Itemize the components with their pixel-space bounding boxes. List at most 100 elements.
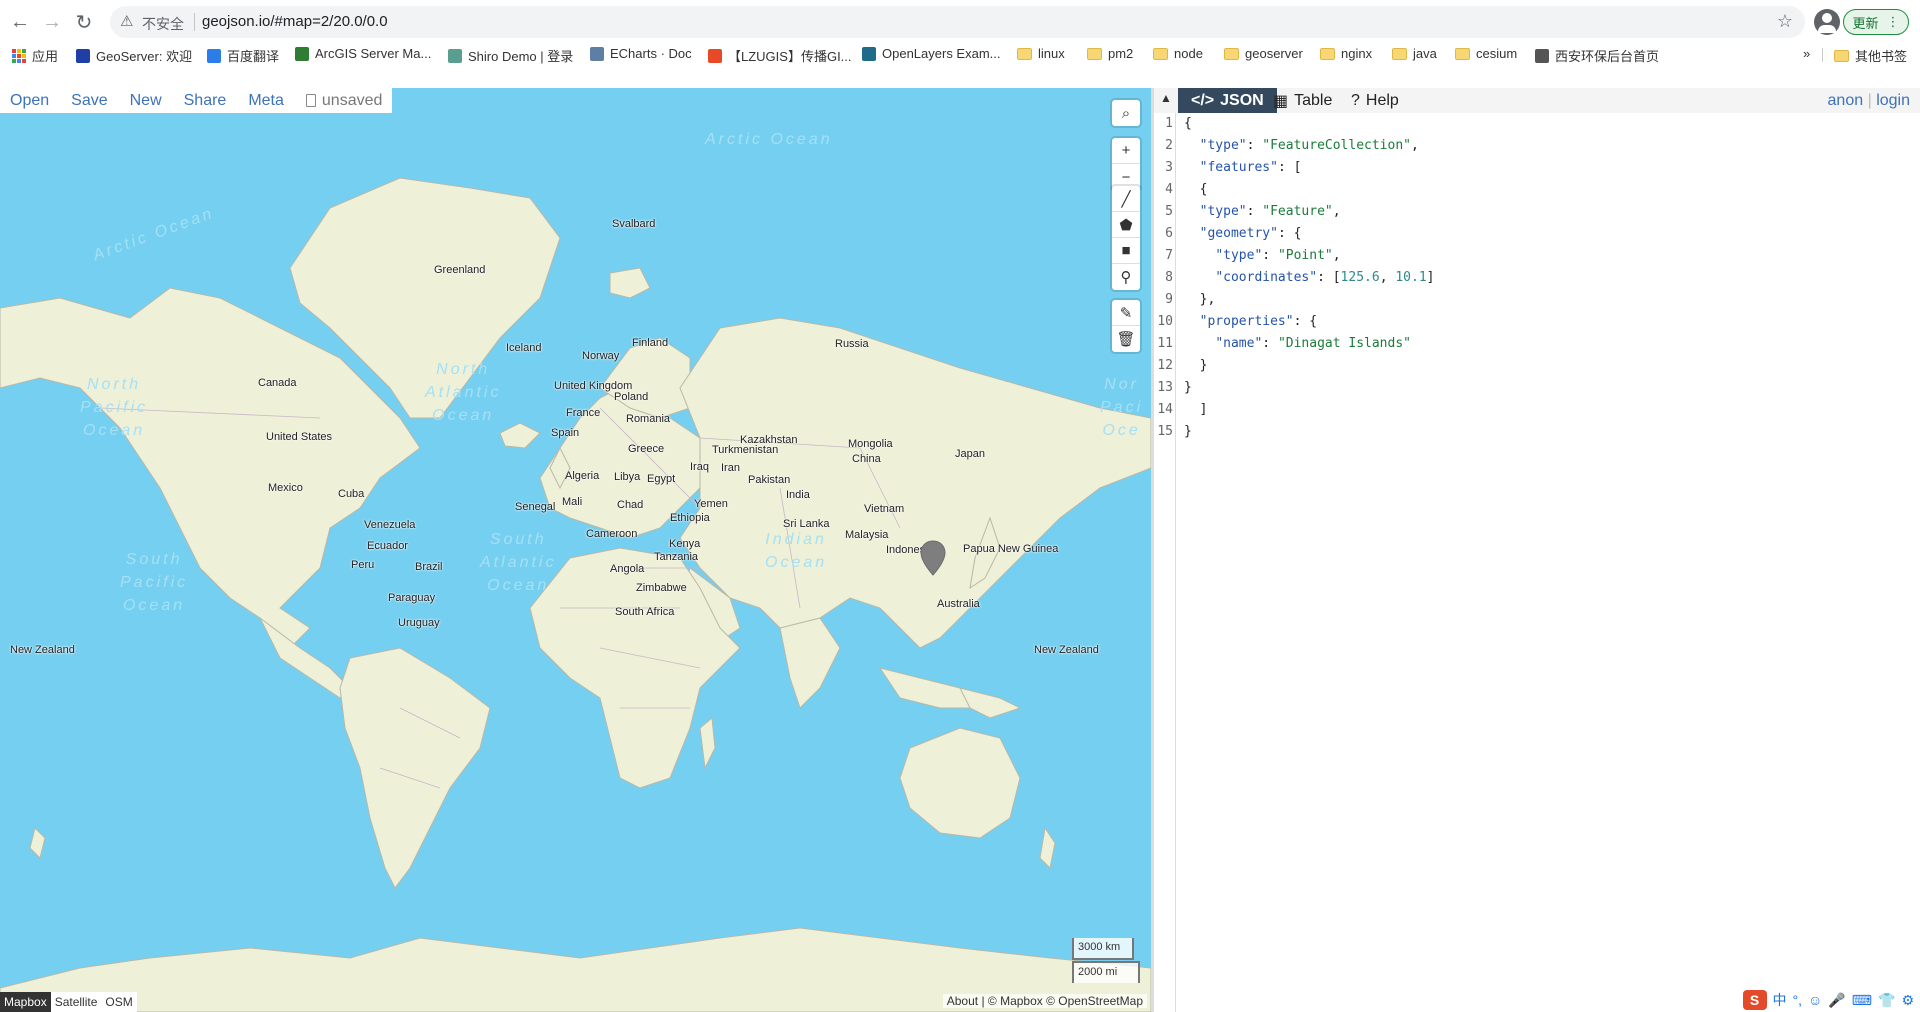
layer-satellite[interactable]: Satellite: [51, 992, 102, 1012]
code-line[interactable]: }: [1184, 377, 1434, 399]
json-editor[interactable]: 1 2 3 4 5 6 7 8 9 10 11 12 13 14 15 { "type": "Feature…: [1154, 113, 1920, 1012]
bookmark-label: OpenLayers Exam...: [882, 46, 1001, 61]
bookmark-item[interactable]: nginx: [1320, 46, 1372, 61]
back-arrow-icon[interactable]: ←: [6, 8, 34, 36]
ime-tray-icon[interactable]: ⚙: [1901, 992, 1914, 1009]
bookmark-item[interactable]: ArcGIS Server Ma...: [295, 46, 431, 61]
trash-icon[interactable]: 🗑: [1112, 326, 1140, 352]
anon-link[interactable]: anon: [1828, 92, 1864, 109]
forward-arrow-icon[interactable]: →: [38, 8, 66, 36]
layer-mapbox[interactable]: Mapbox: [0, 992, 51, 1012]
bookmark-item[interactable]: geoserver: [1224, 46, 1303, 61]
country-label: Greece: [628, 443, 665, 455]
line-number: 5: [1165, 204, 1173, 219]
ime-tray: S 中 °, ☺ 🎤 ⌨ 👕 ⚙: [1742, 988, 1920, 1012]
code-line[interactable]: ]: [1184, 399, 1434, 421]
bookmark-item[interactable]: 应用: [12, 46, 58, 65]
country-label: Greenland: [434, 264, 486, 276]
code-line[interactable]: "features": [: [1184, 157, 1434, 179]
bookmark-item[interactable]: cesium: [1455, 46, 1517, 61]
code-line[interactable]: {: [1184, 179, 1434, 201]
other-bookmarks[interactable]: 其他书签: [1834, 46, 1907, 65]
code-line[interactable]: "type": "FeatureCollection",: [1184, 135, 1434, 157]
bookmark-label: cesium: [1476, 46, 1518, 61]
ocean-label: North Pacific Ocean: [80, 376, 149, 439]
ime-tray-icon[interactable]: °,: [1793, 992, 1803, 1008]
menu-save[interactable]: Save: [71, 92, 107, 110]
menu-meta[interactable]: Meta: [248, 92, 284, 110]
tab-table[interactable]: ▦ Table: [1260, 88, 1345, 113]
draw-rectangle-icon[interactable]: ■: [1112, 238, 1140, 264]
folder-icon: [1834, 49, 1849, 62]
line-number: 11: [1157, 336, 1173, 351]
ime-tray-icon[interactable]: 中: [1773, 990, 1787, 1010]
profile-avatar-icon[interactable]: [1814, 9, 1840, 35]
zoom-in-icon[interactable]: +: [1112, 138, 1140, 164]
line-number: 1: [1165, 116, 1173, 131]
sogou-ime-icon[interactable]: S: [1742, 990, 1767, 1010]
bookmark-item[interactable]: 西安环保后台首页: [1535, 46, 1659, 65]
bookmark-item[interactable]: linux: [1017, 46, 1065, 61]
folder-icon: [1392, 47, 1407, 60]
bookmark-item[interactable]: 百度翻译: [207, 46, 279, 65]
bookmark-item[interactable]: java: [1392, 46, 1437, 61]
scale-km: 3000 km: [1072, 938, 1134, 960]
menu-open[interactable]: Open: [10, 92, 49, 110]
code-line[interactable]: "type": "Point",: [1184, 245, 1434, 267]
more-bookmarks-chevron-icon[interactable]: »: [1803, 46, 1810, 61]
map-view[interactable]: Svalbard Greenland Iceland Norway Finland Rus…: [0, 88, 1151, 1012]
address-bar[interactable]: ⚠ 不安全 geojson.io/#map=2/20.0/0.0 ☆: [110, 6, 1805, 38]
code-line[interactable]: },: [1184, 289, 1434, 311]
login-link[interactable]: login: [1876, 92, 1910, 109]
ime-tray-icon[interactable]: ☺: [1808, 992, 1822, 1008]
menu-new[interactable]: New: [130, 92, 162, 110]
country-label: Turkmenistan: [712, 444, 779, 456]
code-line[interactable]: }: [1184, 355, 1434, 377]
zoom-control: + −: [1112, 138, 1140, 190]
map-marker[interactable]: [920, 540, 946, 581]
bookmark-item[interactable]: GeoServer: 欢迎: [76, 46, 192, 65]
ime-tray-icon[interactable]: 👕: [1878, 992, 1895, 1009]
star-icon[interactable]: ☆: [1777, 11, 1793, 32]
code-line[interactable]: "properties": {: [1184, 311, 1434, 333]
bookmark-item[interactable]: OpenLayers Exam...: [862, 46, 1001, 61]
country-label: Russia: [835, 338, 869, 350]
code-line[interactable]: "type": "Feature",: [1184, 201, 1434, 223]
layer-osm[interactable]: OSM: [101, 992, 136, 1012]
draw-line-icon[interactable]: ╱: [1112, 186, 1140, 212]
collapse-triangle-icon[interactable]: ▲: [1160, 91, 1172, 105]
code-line[interactable]: {: [1184, 113, 1434, 135]
unsaved-status: unsaved: [305, 92, 382, 110]
code-line[interactable]: "geometry": {: [1184, 223, 1434, 245]
search-icon[interactable]: ⌕: [1112, 100, 1140, 126]
menu-share[interactable]: Share: [184, 92, 227, 110]
marker-pin-icon[interactable]: [920, 540, 946, 576]
bookmark-item[interactable]: 【LZUGIS】传播GI...: [708, 46, 852, 65]
draw-polygon-icon[interactable]: ⬟: [1112, 212, 1140, 238]
favicon-icon: [862, 46, 876, 61]
draw-marker-icon[interactable]: ⚲: [1112, 264, 1140, 290]
map-attribution[interactable]: About | © Mapbox © OpenStreetMap: [942, 994, 1147, 1008]
ocean-label: South Pacific Ocean: [120, 551, 189, 614]
country-label: Pakistan: [748, 474, 791, 486]
ime-tray-icon[interactable]: ⌨: [1852, 992, 1872, 1009]
country-label: Mali: [562, 496, 583, 508]
url-text[interactable]: geojson.io/#map=2/20.0/0.0: [202, 13, 388, 30]
bookmark-label: GeoServer: 欢迎: [96, 49, 193, 64]
tab-help[interactable]: ? Help: [1338, 88, 1412, 113]
bookmark-item[interactable]: pm2: [1087, 46, 1133, 61]
bookmark-item[interactable]: Shiro Demo | 登录: [448, 46, 573, 65]
line-number: 9: [1165, 292, 1173, 307]
code-line[interactable]: }: [1184, 421, 1434, 443]
ime-tray-icon[interactable]: 🎤: [1828, 992, 1845, 1009]
edit-layers-icon[interactable]: ✎: [1112, 300, 1140, 326]
country-label: Egypt: [647, 473, 676, 485]
code-line[interactable]: "coordinates": [125.6, 10.1]: [1184, 267, 1434, 289]
code-area[interactable]: { "type": "FeatureCollection", "features…: [1184, 113, 1434, 443]
update-button[interactable]: 更新 ⋮: [1843, 9, 1909, 35]
bookmark-item[interactable]: node: [1153, 46, 1203, 61]
bookmark-item[interactable]: ECharts · Doc: [590, 46, 692, 61]
code-line[interactable]: "name": "Dinagat Islands": [1184, 333, 1434, 355]
reload-icon[interactable]: ↻: [70, 8, 98, 36]
land-iceland: [499, 422, 541, 449]
